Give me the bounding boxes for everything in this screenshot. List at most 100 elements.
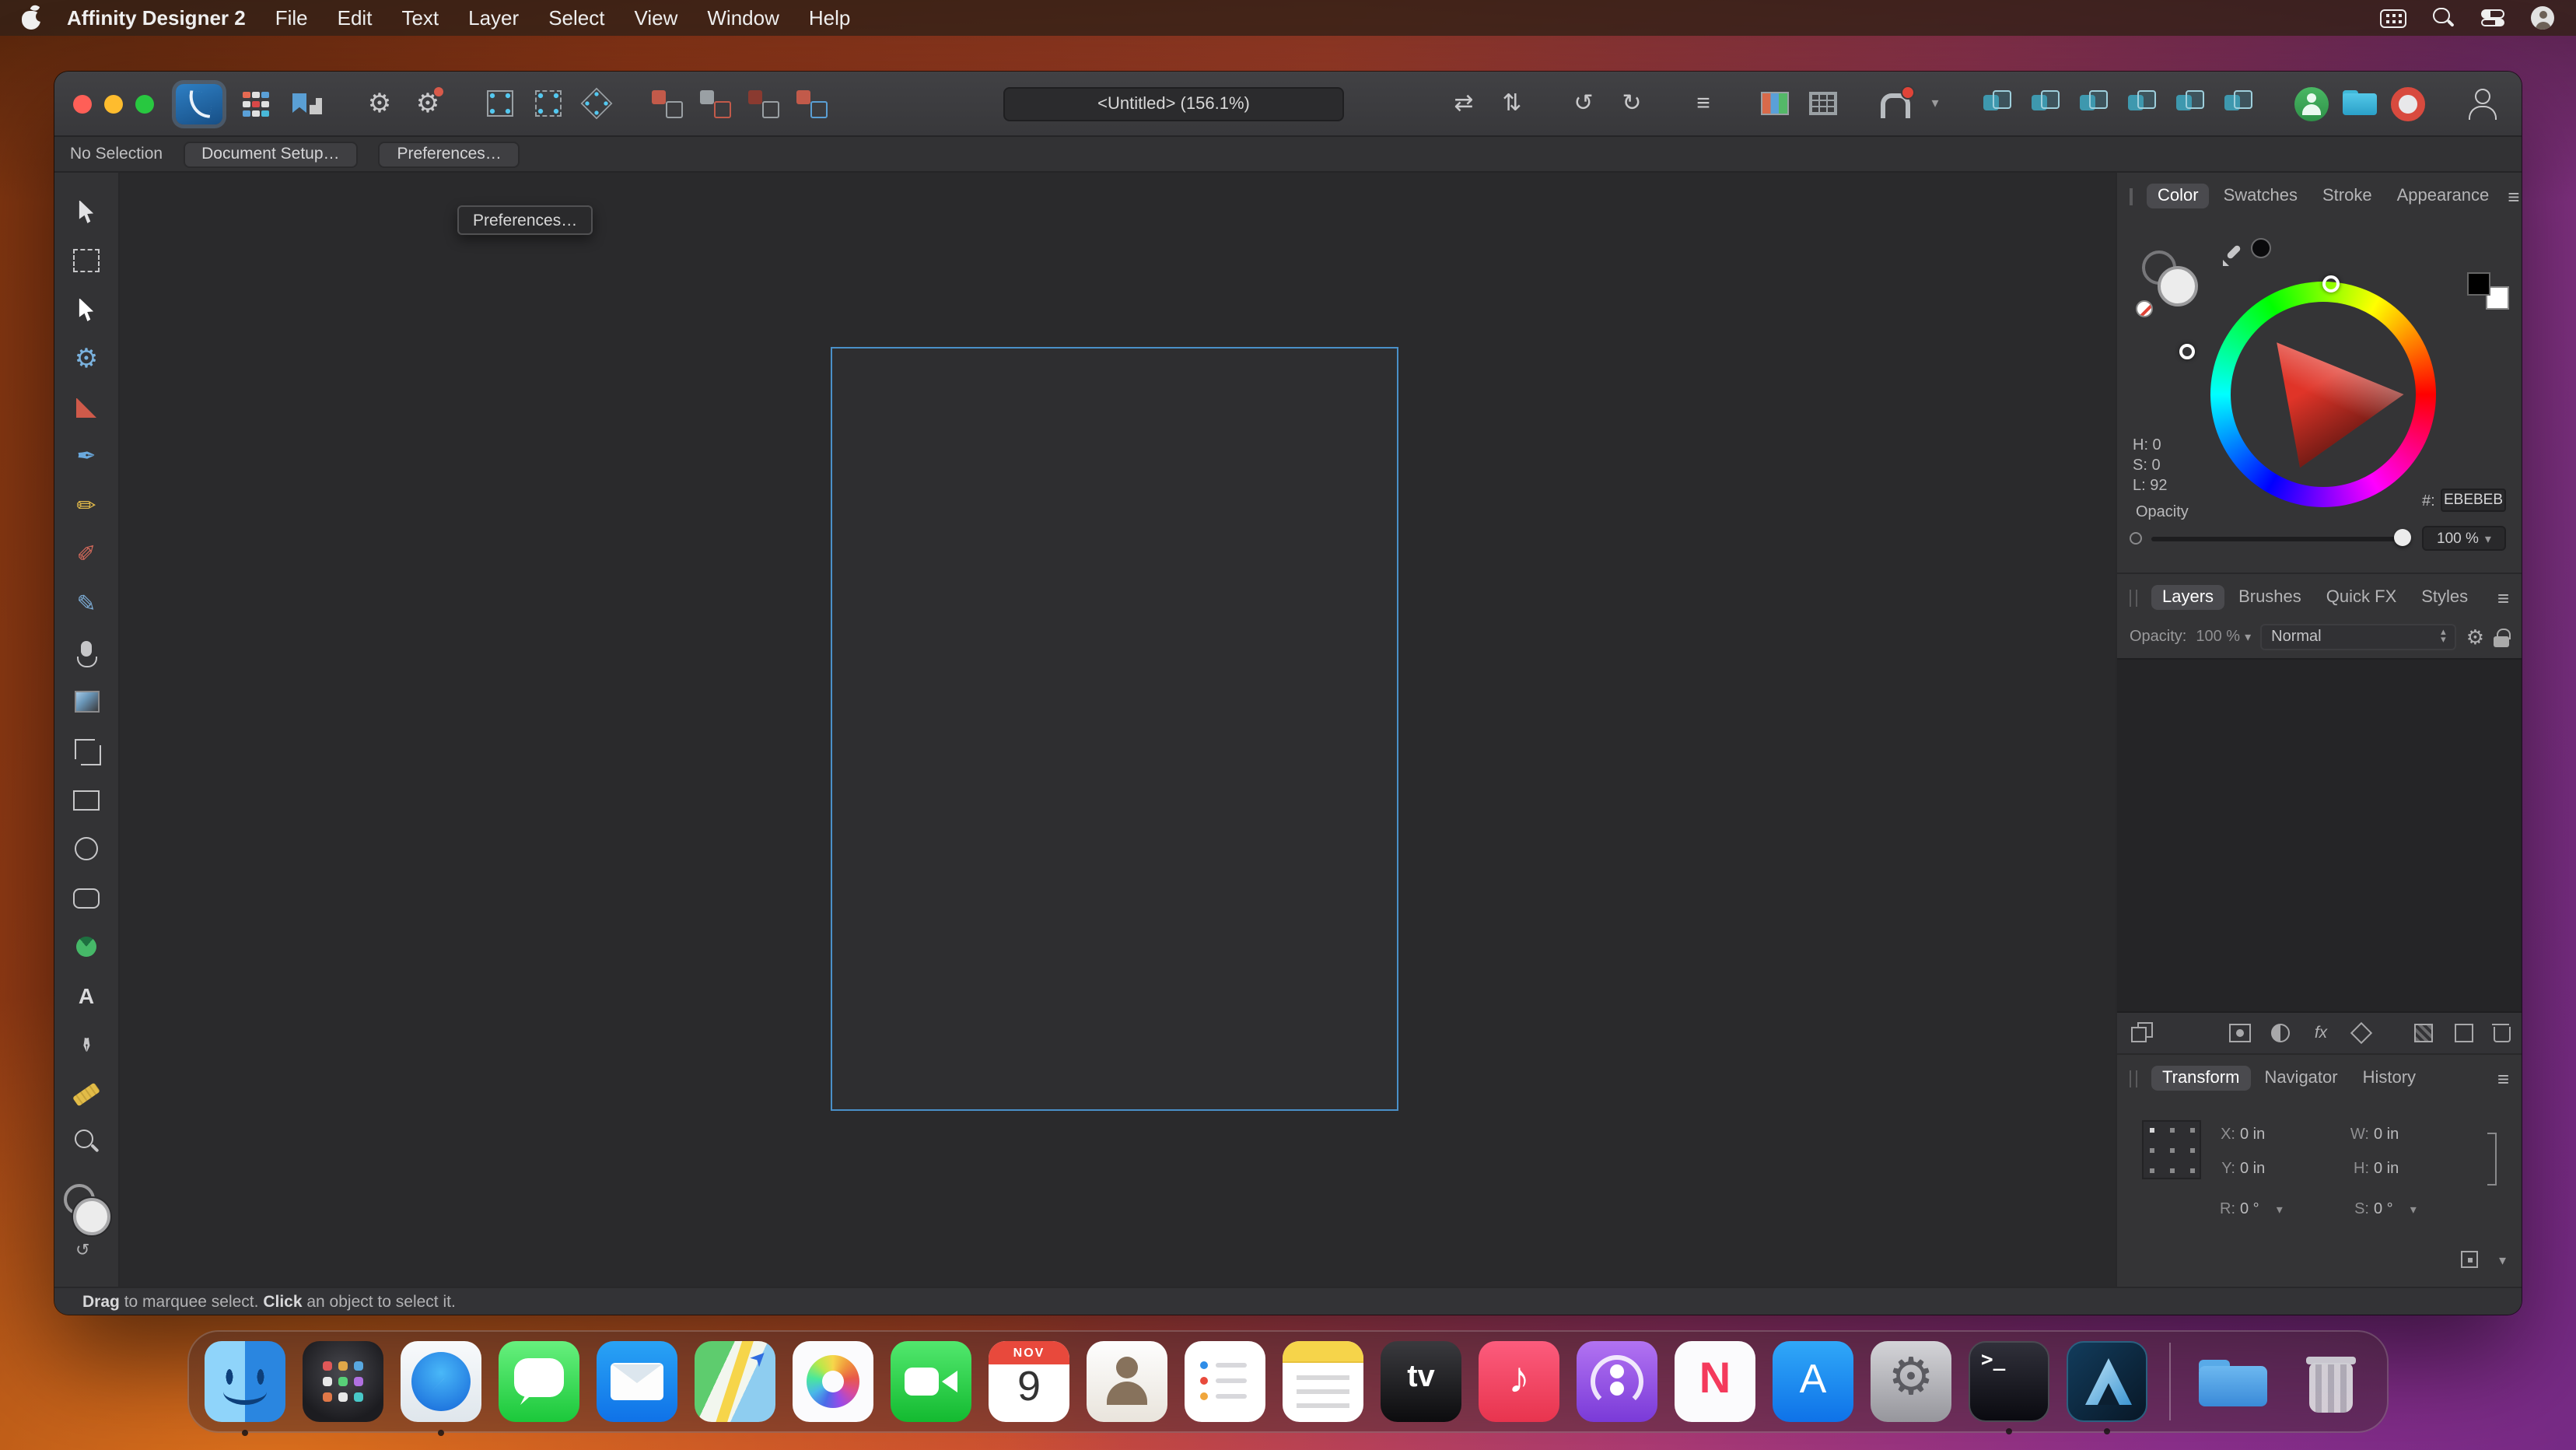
opacity-slider-track[interactable] <box>2151 537 2406 541</box>
node-tool[interactable] <box>66 289 107 330</box>
layer-settings-gear-icon[interactable]: ⚙ <box>2466 625 2484 650</box>
designer-persona-icon[interactable] <box>176 83 222 124</box>
dock-item-facetime[interactable] <box>891 1341 971 1422</box>
dock-item-messages[interactable] <box>499 1341 579 1422</box>
link-dimensions-icon[interactable] <box>2487 1133 2497 1186</box>
swap-wells-icon[interactable] <box>75 1240 89 1260</box>
layers-list[interactable] <box>2117 658 2522 1013</box>
no-colour-swatch[interactable] <box>2136 300 2153 317</box>
panel-menu-icon[interactable] <box>2508 186 2519 206</box>
rotate-cw-icon[interactable]: ↻ <box>1615 85 1649 122</box>
tab-quickfx[interactable]: Quick FX <box>2315 585 2407 610</box>
ellipse-tool[interactable] <box>66 828 107 869</box>
snap-shapes-icon[interactable] <box>579 85 613 122</box>
flip-vertical-icon[interactable]: ⇅ <box>1495 85 1529 122</box>
canvas[interactable]: Preferences… <box>120 173 2116 1287</box>
dock-item-tv[interactable] <box>1381 1341 1461 1422</box>
snapping-magnet-icon[interactable] <box>1878 85 1912 122</box>
tab-appearance[interactable]: Appearance <box>2386 184 2501 208</box>
adjustment-layer-icon[interactable] <box>2268 1021 2293 1045</box>
hex-input[interactable]: EBEBEB <box>2441 489 2506 512</box>
insert-in-front-icon[interactable] <box>698 85 733 122</box>
artboard-tool[interactable] <box>66 240 107 281</box>
edit-all-layers-icon[interactable] <box>2130 1021 2154 1045</box>
anchor-point-selector[interactable] <box>2142 1120 2201 1179</box>
transform-origin-icon[interactable] <box>2461 1251 2478 1268</box>
menu-item[interactable]: File <box>275 6 308 30</box>
tab-layers[interactable]: Layers <box>2151 585 2224 610</box>
remove-layer-icon[interactable] <box>2492 1021 2509 1041</box>
hue-selector[interactable] <box>2322 275 2340 292</box>
fill-well[interactable] <box>72 1198 110 1235</box>
tab-stroke[interactable]: Stroke <box>2312 184 2383 208</box>
rounded-rectangle-tool[interactable] <box>66 877 107 918</box>
assets-folder-icon[interactable] <box>2343 88 2377 119</box>
blend-mode-stepper[interactable] <box>2441 630 2446 644</box>
mask-layer-icon[interactable] <box>2228 1021 2252 1045</box>
opacity-value-dropdown[interactable]: 100 % <box>2422 526 2506 551</box>
panel-grip[interactable] <box>2130 187 2133 205</box>
panel-grip[interactable] <box>2130 589 2137 606</box>
menu-item[interactable]: Window <box>707 6 779 30</box>
alignment-icon[interactable]: ≡ <box>1686 85 1720 122</box>
apple-menu-icon[interactable] <box>22 5 42 30</box>
hsl-colour-wheel[interactable] <box>2210 282 2436 507</box>
document-title[interactable]: <Untitled> (156.1%) <box>1003 87 1344 121</box>
tab-swatches[interactable]: Swatches <box>2213 184 2308 208</box>
tab-transform[interactable]: Transform <box>2151 1066 2250 1091</box>
document-setup-button[interactable]: Document Setup… <box>183 141 358 167</box>
tab-color[interactable]: Color <box>2147 184 2210 208</box>
measure-tool[interactable] <box>66 1073 107 1114</box>
add-layer-icon[interactable] <box>2452 1021 2476 1045</box>
snapping-options-chevron[interactable]: ▾ <box>1926 85 1944 122</box>
recent-colour-swatch[interactable] <box>2251 238 2271 258</box>
opacity-reset-icon[interactable] <box>2130 532 2142 545</box>
user-icon[interactable] <box>2531 6 2554 30</box>
close-button[interactable] <box>73 94 92 113</box>
dock-item-photos[interactable] <box>793 1341 873 1422</box>
tab-navigator[interactable]: Navigator <box>2253 1066 2348 1091</box>
rectangle-tool[interactable] <box>66 779 107 820</box>
snap-grid-icon[interactable] <box>482 85 516 122</box>
black-swatch[interactable] <box>2467 272 2490 296</box>
point-transform-tool[interactable]: ⚙ <box>66 338 107 379</box>
dock-item-trash[interactable] <box>2291 1341 2371 1422</box>
layers-opacity-dropdown[interactable]: 100 % <box>2196 629 2251 646</box>
dock-item-finder[interactable] <box>205 1341 285 1422</box>
preferences-button[interactable]: Preferences… <box>379 141 520 167</box>
pixel-persona-icon[interactable] <box>236 85 274 122</box>
dock-item-system-settings[interactable] <box>1871 1341 1951 1422</box>
preferences-gear-icon[interactable]: ⚙ <box>411 85 445 122</box>
live-filter-icon[interactable] <box>2349 1021 2374 1045</box>
geometry-add-icon[interactable] <box>1982 85 2016 122</box>
account-icon[interactable] <box>2462 83 2503 124</box>
transparency-tool[interactable] <box>66 681 107 722</box>
panel-fill-well[interactable] <box>2158 266 2198 306</box>
insert-behind-icon[interactable] <box>650 85 684 122</box>
transform-mode-icon[interactable] <box>1758 85 1792 122</box>
menu-item[interactable]: Edit <box>338 6 373 30</box>
dock-item-safari[interactable] <box>401 1341 481 1422</box>
add-pixel-layer-icon[interactable] <box>2411 1021 2436 1045</box>
share-icon[interactable] <box>2294 86 2329 121</box>
dock-item-news[interactable] <box>1675 1341 1755 1422</box>
move-tool[interactable] <box>66 191 107 232</box>
search-icon[interactable] <box>2433 7 2455 29</box>
dock-item-affinity-designer[interactable] <box>2067 1341 2147 1422</box>
transform-options-chevron[interactable] <box>2499 1252 2506 1270</box>
pen-tool[interactable]: ✒ <box>66 436 107 477</box>
zoom-tool[interactable] <box>66 1123 107 1163</box>
panel-menu-icon[interactable] <box>2497 587 2509 608</box>
dock-item-appstore[interactable] <box>1773 1341 1853 1422</box>
shape-tool[interactable] <box>66 926 107 967</box>
vector-brush-tool[interactable]: ✐ <box>66 534 107 575</box>
panel-menu-icon[interactable] <box>2497 1068 2509 1088</box>
menu-item[interactable]: Select <box>548 6 604 30</box>
dock-item-maps[interactable] <box>695 1341 775 1422</box>
shade-selector[interactable] <box>2179 344 2195 359</box>
tab-brushes[interactable]: Brushes <box>2228 585 2312 610</box>
replace-selection-icon[interactable] <box>795 85 829 122</box>
dock-item-contacts[interactable] <box>1087 1341 1167 1422</box>
dock-item-reminders[interactable] <box>1185 1341 1265 1422</box>
snap-guides-icon[interactable] <box>530 85 565 122</box>
